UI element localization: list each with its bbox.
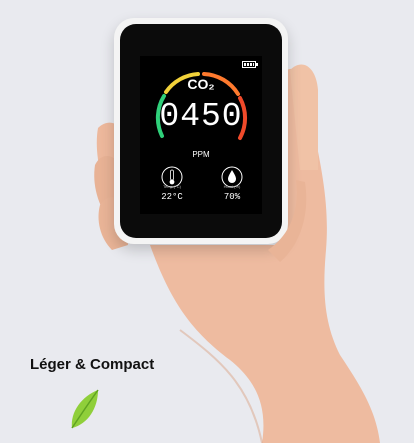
caption-text: Léger & Compact (30, 356, 155, 373)
product-photo: CO₂ 0450 PPM Temp (°C) 22°C Humi (%) 70%… (0, 0, 414, 443)
thumb-overlay (268, 180, 307, 262)
leaf-icon (71, 389, 99, 429)
